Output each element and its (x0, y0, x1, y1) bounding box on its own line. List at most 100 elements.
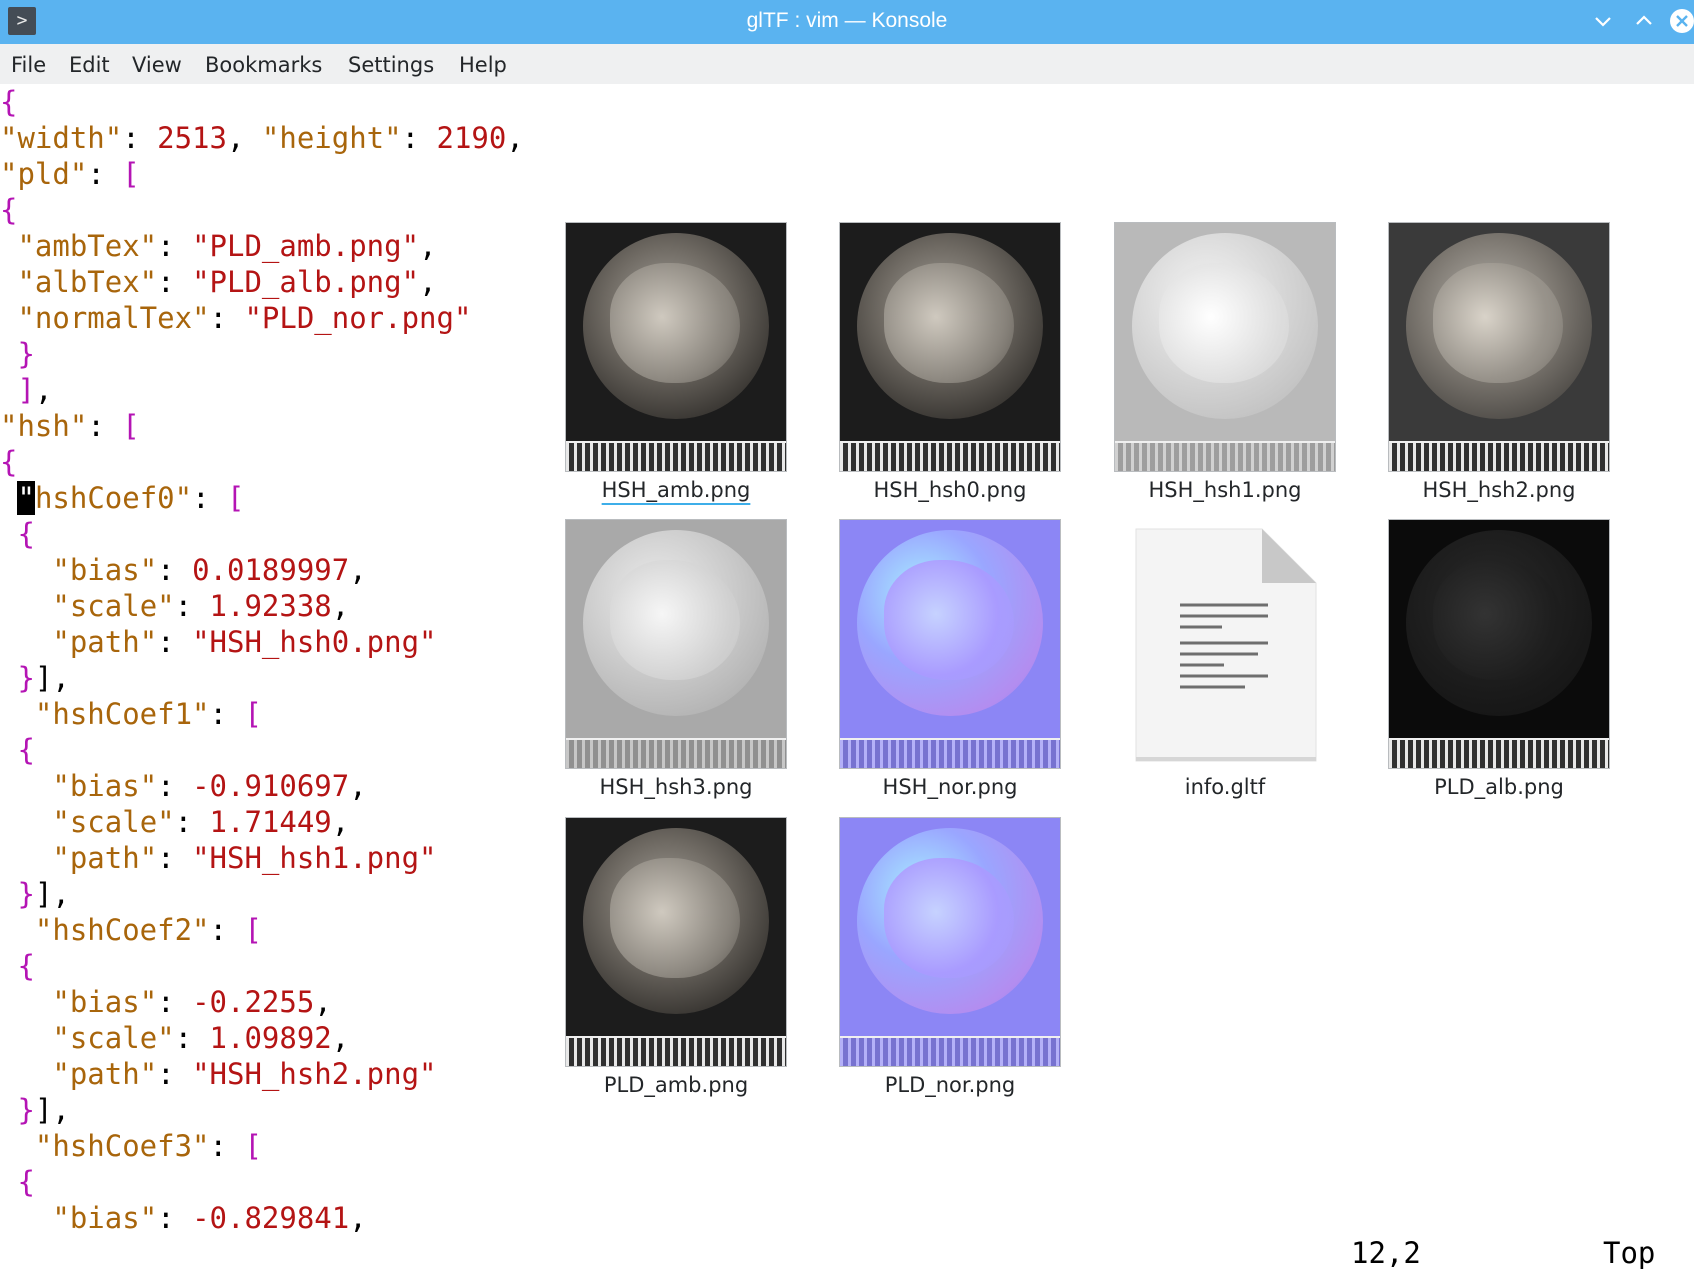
code-line: "hshCoef1": [ (0, 696, 262, 732)
code-token: ], (34, 661, 70, 695)
code-token: : (209, 697, 245, 731)
code-line: "bias": 0.0189997, (0, 552, 366, 588)
maximize-icon[interactable] (1631, 8, 1657, 34)
minimize-icon[interactable] (1590, 8, 1616, 34)
code-token: : (87, 409, 123, 443)
code-line: "bias": -0.910697, (0, 768, 366, 804)
code-token: "bias" (52, 985, 158, 1019)
code-token: : (209, 301, 245, 335)
scale-ruler (840, 738, 1060, 768)
coin-portrait (610, 263, 740, 383)
code-token: 2190 (436, 121, 507, 155)
code-token: { (17, 1165, 35, 1199)
scale-ruler (566, 441, 786, 471)
code-token: , (331, 589, 350, 623)
code-token: "scale" (52, 805, 175, 839)
menu-view[interactable]: View (132, 44, 182, 86)
cursor-position: 12,2 (1351, 1236, 1421, 1270)
code-token: 2513 (157, 121, 227, 155)
code-line: { (0, 192, 17, 228)
coin-portrait (884, 858, 1014, 978)
code-line: "path": "HSH_hsh2.png" (0, 1056, 436, 1092)
code-token: "height" (261, 121, 402, 155)
menu-edit[interactable]: Edit (69, 44, 110, 86)
code-token: : (174, 589, 210, 623)
file-item[interactable]: HSH_nor.png (837, 519, 1063, 805)
file-name: PLD_alb.png (1434, 775, 1564, 799)
code-line: }], (0, 1092, 70, 1128)
menu-settings[interactable]: Settings (348, 44, 434, 86)
code-token: [ (244, 913, 262, 947)
code-token: : (209, 1129, 245, 1163)
code-token: "bias" (52, 1201, 158, 1235)
code-token: } (17, 877, 35, 911)
file-item[interactable]: HSH_amb.png (563, 222, 789, 508)
code-token: : (174, 1021, 210, 1055)
file-thumbnail (1388, 519, 1610, 769)
code-token: "hshCoef3" (34, 1129, 210, 1163)
code-line: "hsh": [ (0, 408, 140, 444)
code-token: { (0, 445, 18, 479)
code-token: [ (122, 409, 140, 443)
code-token: { (0, 193, 18, 227)
window-titlebar[interactable]: > glTF : vim — Konsole (0, 0, 1694, 44)
code-token: -0.2255 (192, 985, 315, 1019)
file-name: HSH_amb.png (601, 478, 751, 502)
code-token: , (419, 265, 437, 299)
code-token: : (157, 1057, 193, 1091)
code-line: "scale": 1.92338, (0, 588, 349, 624)
code-token: "PLD_amb.png" (192, 229, 420, 263)
scale-ruler (1115, 441, 1335, 471)
code-token: 1.71449 (209, 805, 332, 839)
code-token: } (17, 1093, 35, 1127)
close-icon[interactable] (1668, 7, 1694, 35)
file-name: HSH_hsh0.png (873, 478, 1027, 502)
code-token: } (17, 337, 35, 371)
code-token: , (34, 373, 53, 407)
code-line: "hshCoef0": [ (0, 480, 244, 516)
file-item[interactable]: HSH_hsh2.png (1386, 222, 1612, 508)
file-item[interactable]: PLD_amb.png (563, 817, 789, 1103)
code-token: hshCoef0" (34, 481, 193, 515)
code-line: "bias": -0.829841, (0, 1200, 366, 1236)
code-token: : (209, 913, 245, 947)
file-name: HSH_hsh3.png (599, 775, 753, 799)
coin-portrait (610, 858, 740, 978)
menu-file[interactable]: File (11, 44, 46, 86)
file-thumbnail (1388, 222, 1610, 472)
file-item[interactable]: info.gltf (1112, 519, 1338, 805)
code-token: "scale" (52, 1021, 175, 1055)
file-item[interactable]: HSH_hsh0.png (837, 222, 1063, 508)
code-token: ], (34, 1093, 70, 1127)
file-item[interactable]: PLD_alb.png (1386, 519, 1612, 805)
file-item[interactable]: HSH_hsh1.png (1112, 222, 1338, 508)
code-token: "ambTex" (17, 229, 158, 263)
code-token: : (157, 229, 193, 263)
scale-ruler (840, 441, 1060, 471)
code-line: "width": 2513, "height": 2190, (0, 120, 524, 156)
menu-bookmarks[interactable]: Bookmarks (205, 44, 322, 86)
code-token: : (401, 121, 437, 155)
file-item[interactable]: HSH_hsh3.png (563, 519, 789, 805)
coin-portrait (1159, 263, 1289, 383)
code-token: : (157, 1201, 193, 1235)
code-line: "path": "HSH_hsh1.png" (0, 840, 436, 876)
file-item[interactable]: PLD_nor.png (837, 817, 1063, 1103)
file-name: HSH_hsh2.png (1422, 478, 1576, 502)
scale-ruler (1389, 738, 1609, 768)
menu-help[interactable]: Help (459, 44, 507, 86)
